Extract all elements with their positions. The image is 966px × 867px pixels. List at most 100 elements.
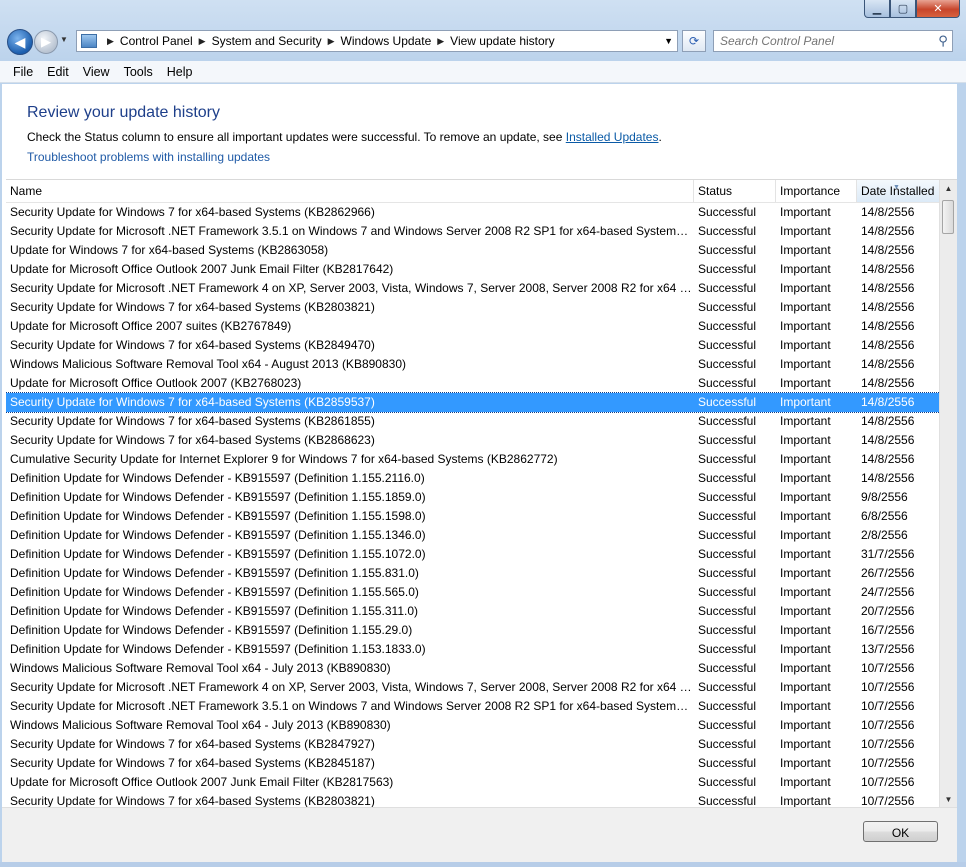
close-button[interactable]: ✕ [916, 0, 960, 18]
update-name-cell: Definition Update for Windows Defender -… [10, 566, 419, 580]
table-row[interactable]: Windows Malicious Software Removal Tool … [6, 716, 940, 735]
importance-cell: Important [780, 775, 831, 789]
table-row[interactable]: Security Update for Windows 7 for x64-ba… [6, 431, 940, 450]
table-row[interactable]: Security Update for Microsoft .NET Frame… [6, 697, 940, 716]
table-row[interactable]: Definition Update for Windows Defender -… [6, 583, 940, 602]
table-row[interactable]: Definition Update for Windows Defender -… [6, 564, 940, 583]
table-row[interactable]: Security Update for Windows 7 for x64-ba… [6, 735, 940, 754]
date-installed-cell: 14/8/2556 [861, 262, 915, 276]
breadcrumb-separator-icon[interactable]: ▶ [199, 36, 206, 47]
importance-cell: Important [780, 205, 831, 219]
update-name-cell: Security Update for Windows 7 for x64-ba… [10, 395, 375, 409]
date-installed-cell: 14/8/2556 [861, 357, 915, 371]
table-row[interactable]: Update for Microsoft Office 2007 suites … [6, 317, 940, 336]
importance-cell: Important [780, 376, 831, 390]
table-row[interactable]: Windows Malicious Software Removal Tool … [6, 355, 940, 374]
breadcrumb-windows-update[interactable]: Windows Update [341, 34, 432, 48]
importance-cell: Important [780, 661, 831, 675]
table-row[interactable]: Security Update for Windows 7 for x64-ba… [6, 203, 940, 222]
status-cell: Successful [698, 775, 757, 789]
back-arrow-icon[interactable]: ◀ [7, 29, 33, 55]
breadcrumb-separator-icon[interactable]: ▶ [437, 36, 444, 47]
table-row[interactable]: Update for Microsoft Office Outlook 2007… [6, 260, 940, 279]
date-installed-cell: 14/8/2556 [861, 452, 915, 466]
breadcrumb-system-and-security[interactable]: System and Security [212, 34, 322, 48]
breadcrumb-separator-icon[interactable]: ▶ [107, 36, 114, 47]
table-row[interactable]: Security Update for Windows 7 for x64-ba… [6, 792, 940, 808]
maximize-button[interactable]: ▢ [890, 0, 916, 18]
column-header-status[interactable]: Status [694, 180, 776, 202]
table-row[interactable]: Definition Update for Windows Defender -… [6, 488, 940, 507]
importance-cell: Important [780, 490, 831, 504]
table-row[interactable]: Security Update for Windows 7 for x64-ba… [6, 336, 940, 355]
menu-view[interactable]: View [76, 65, 117, 79]
search-input[interactable] [714, 33, 934, 49]
importance-cell: Important [780, 452, 831, 466]
scrollbar-thumb[interactable] [942, 200, 954, 234]
table-row[interactable]: Definition Update for Windows Defender -… [6, 507, 940, 526]
refresh-icon[interactable]: ⟳ [682, 30, 706, 52]
update-history-list[interactable]: Name Status Importance ▼ Date Installed … [6, 179, 957, 808]
minimize-button[interactable]: ▁ [864, 0, 890, 18]
status-cell: Successful [698, 737, 757, 751]
table-row[interactable]: Definition Update for Windows Defender -… [6, 469, 940, 488]
update-name-cell: Definition Update for Windows Defender -… [10, 585, 419, 599]
vertical-scrollbar[interactable]: ▲ ▼ [939, 180, 957, 808]
dialog-footer: OK [2, 807, 957, 863]
recent-pages-chevron-icon[interactable]: ▼ [60, 35, 68, 44]
update-name-cell: Definition Update for Windows Defender -… [10, 490, 426, 504]
table-row[interactable]: Windows Malicious Software Removal Tool … [6, 659, 940, 678]
table-row[interactable]: Security Update for Microsoft .NET Frame… [6, 222, 940, 241]
table-row[interactable]: Definition Update for Windows Defender -… [6, 640, 940, 659]
address-bar[interactable]: ▶ Control Panel ▶ System and Security ▶ … [76, 30, 678, 52]
scroll-down-arrow-icon[interactable]: ▼ [940, 791, 957, 808]
update-name-cell: Cumulative Security Update for Internet … [10, 452, 558, 466]
column-header-importance[interactable]: Importance [776, 180, 857, 202]
address-dropdown-icon[interactable]: ▼ [664, 36, 673, 46]
sort-descending-icon: ▼ [893, 184, 900, 191]
date-installed-cell: 14/8/2556 [861, 414, 915, 428]
menu-tools[interactable]: Tools [117, 65, 160, 79]
table-row[interactable]: Security Update for Windows 7 for x64-ba… [6, 298, 940, 317]
table-row[interactable]: Security Update for Windows 7 for x64-ba… [6, 412, 940, 431]
scroll-up-arrow-icon[interactable]: ▲ [940, 180, 957, 197]
installed-updates-link[interactable]: Installed Updates [566, 130, 659, 144]
forward-arrow-icon[interactable]: ▶ [34, 30, 58, 54]
table-row[interactable]: Cumulative Security Update for Internet … [6, 450, 940, 469]
importance-cell: Important [780, 623, 831, 637]
importance-cell: Important [780, 756, 831, 770]
status-cell: Successful [698, 547, 757, 561]
column-header-name[interactable]: Name [6, 180, 694, 202]
date-installed-cell: 31/7/2556 [861, 547, 915, 561]
table-row[interactable]: Security Update for Windows 7 for x64-ba… [6, 392, 941, 413]
status-cell: Successful [698, 205, 757, 219]
table-row[interactable]: Definition Update for Windows Defender -… [6, 602, 940, 621]
table-row[interactable]: Update for Microsoft Office Outlook 2007… [6, 773, 940, 792]
importance-cell: Important [780, 699, 831, 713]
update-name-cell: Security Update for Windows 7 for x64-ba… [10, 300, 375, 314]
table-row[interactable]: Update for Microsoft Office Outlook 2007… [6, 374, 940, 393]
table-row[interactable]: Security Update for Microsoft .NET Frame… [6, 279, 940, 298]
table-row[interactable]: Security Update for Microsoft .NET Frame… [6, 678, 940, 697]
breadcrumb-control-panel[interactable]: Control Panel [120, 34, 193, 48]
table-row[interactable]: Definition Update for Windows Defender -… [6, 526, 940, 545]
ok-button[interactable]: OK [863, 821, 938, 842]
table-row[interactable]: Definition Update for Windows Defender -… [6, 545, 940, 564]
column-header-date-installed[interactable]: ▼ Date Installed [857, 180, 940, 202]
status-cell: Successful [698, 471, 757, 485]
search-box[interactable]: ⚲ [713, 30, 953, 52]
search-icon[interactable]: ⚲ [934, 33, 952, 49]
status-cell: Successful [698, 794, 757, 808]
table-row[interactable]: Update for Windows 7 for x64-based Syste… [6, 241, 940, 260]
menu-file[interactable]: File [6, 65, 40, 79]
importance-cell: Important [780, 433, 831, 447]
table-row[interactable]: Security Update for Windows 7 for x64-ba… [6, 754, 940, 773]
menu-help[interactable]: Help [160, 65, 200, 79]
troubleshoot-link[interactable]: Troubleshoot problems with installing up… [27, 150, 270, 164]
date-installed-cell: 14/8/2556 [861, 243, 915, 257]
breadcrumb-separator-icon[interactable]: ▶ [328, 36, 335, 47]
menu-edit[interactable]: Edit [40, 65, 76, 79]
update-name-cell: Security Update for Microsoft .NET Frame… [10, 680, 692, 694]
breadcrumb-view-update-history[interactable]: View update history [450, 34, 555, 48]
table-row[interactable]: Definition Update for Windows Defender -… [6, 621, 940, 640]
